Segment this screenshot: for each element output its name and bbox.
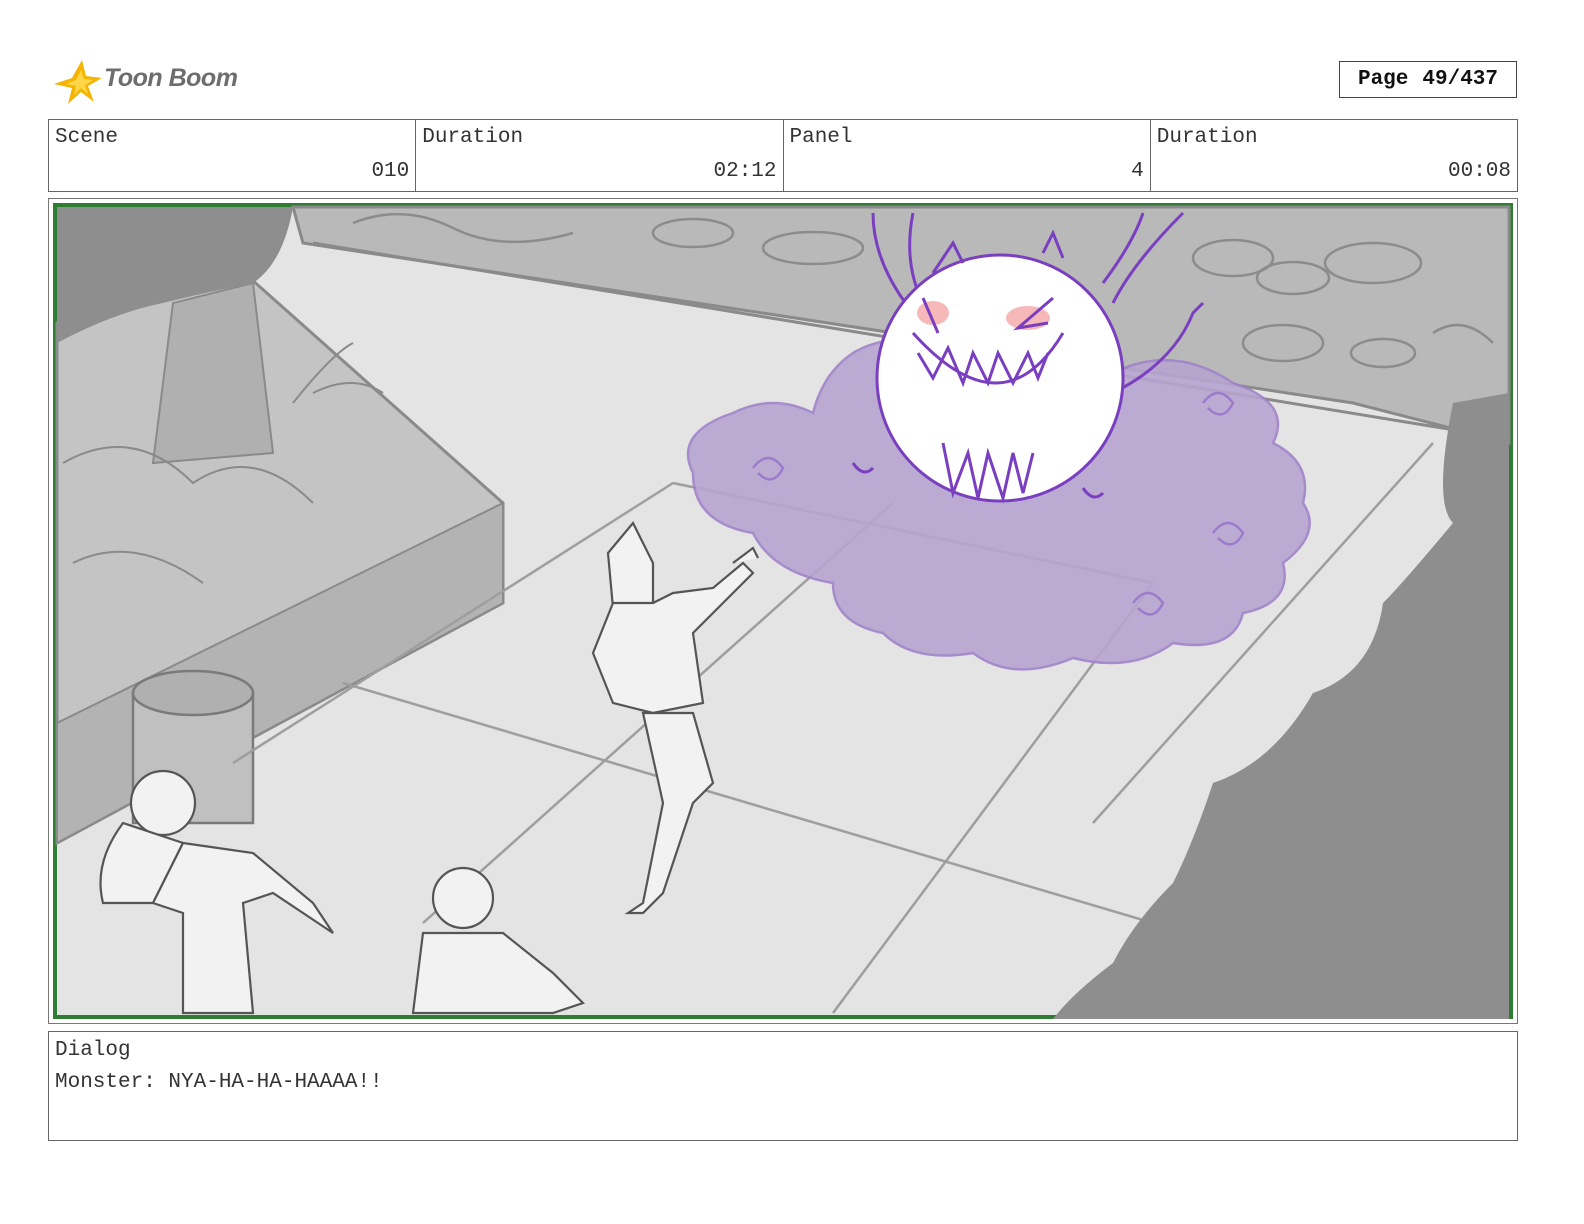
page-number: 49/437	[1422, 68, 1499, 91]
storyboard-panel-image	[53, 203, 1513, 1019]
panel-duration-value: 00:08	[1447, 160, 1511, 183]
panel-duration-label: Duration	[1156, 126, 1258, 149]
storyboard-sketch	[53, 203, 1513, 1019]
page-label: Page	[1357, 68, 1409, 91]
panel-duration-cell: Duration 00:08	[1151, 120, 1517, 191]
dialog-text: Monster: NYA-HA-HA-HAAAA!!	[55, 1071, 383, 1094]
scene-label: Scene	[55, 126, 119, 149]
panel-value: 4	[1131, 160, 1144, 183]
brand-name: Toon Boom	[104, 64, 238, 92]
scene-duration-value: 02:12	[713, 160, 777, 183]
dialog-box: Dialog Monster: NYA-HA-HA-HAAAA!!	[48, 1031, 1518, 1141]
toon-boom-logo: Toon Boom	[52, 56, 252, 108]
scene-value: 010	[371, 160, 410, 183]
panel-label: Panel	[789, 126, 853, 149]
scene-cell: Scene 010	[49, 120, 417, 191]
scene-info-row: Scene 010 Duration 02:12 Panel 4 Duratio…	[48, 119, 1518, 192]
toon-boom-logo-icon	[54, 60, 102, 104]
page-indicator: Page 49/437	[1339, 61, 1517, 98]
scene-duration-cell: Duration 02:12	[416, 120, 784, 191]
dialog-label: Dialog	[55, 1039, 131, 1062]
panel-cell: Panel 4	[784, 120, 1151, 191]
scene-duration-label: Duration	[422, 126, 524, 149]
